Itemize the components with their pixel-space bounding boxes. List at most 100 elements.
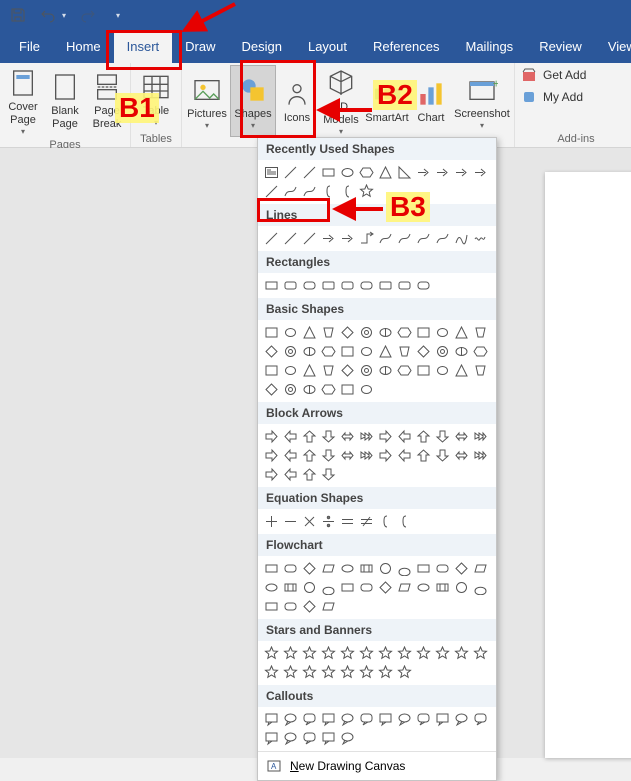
shape-item[interactable] xyxy=(338,276,357,295)
shape-item[interactable] xyxy=(300,446,319,465)
icons-button[interactable]: Icons xyxy=(276,65,318,137)
shape-item[interactable] xyxy=(433,229,452,248)
shape-item[interactable] xyxy=(300,323,319,342)
tab-design[interactable]: Design xyxy=(229,31,295,63)
shape-item[interactable] xyxy=(338,729,357,748)
shapes-button[interactable]: Shapes▾ xyxy=(230,65,276,137)
shape-item[interactable] xyxy=(262,729,281,748)
shape-item[interactable] xyxy=(262,380,281,399)
shape-item[interactable] xyxy=(395,663,414,682)
shape-item[interactable] xyxy=(319,323,338,342)
shape-item[interactable] xyxy=(281,163,300,182)
shape-item[interactable] xyxy=(471,644,490,663)
save-icon[interactable] xyxy=(10,7,26,23)
shape-item[interactable] xyxy=(338,578,357,597)
shape-item[interactable] xyxy=(471,710,490,729)
shape-item[interactable] xyxy=(357,229,376,248)
redo-icon[interactable] xyxy=(80,7,96,23)
shape-item[interactable] xyxy=(433,342,452,361)
shape-item[interactable] xyxy=(414,229,433,248)
shape-item[interactable] xyxy=(376,229,395,248)
shape-item[interactable] xyxy=(376,644,395,663)
shape-item[interactable] xyxy=(319,380,338,399)
shape-item[interactable] xyxy=(471,446,490,465)
shape-item[interactable] xyxy=(300,578,319,597)
pictures-button[interactable]: Pictures▾ xyxy=(184,65,230,137)
tab-review[interactable]: Review xyxy=(526,31,595,63)
tab-view[interactable]: View xyxy=(595,31,631,63)
shape-item[interactable] xyxy=(414,446,433,465)
shape-item[interactable] xyxy=(262,559,281,578)
shape-item[interactable] xyxy=(281,229,300,248)
shape-item[interactable] xyxy=(281,276,300,295)
shape-item[interactable] xyxy=(319,182,338,201)
shape-item[interactable] xyxy=(433,559,452,578)
shape-item[interactable] xyxy=(338,380,357,399)
shape-item[interactable] xyxy=(357,163,376,182)
shape-item[interactable] xyxy=(300,361,319,380)
shape-item[interactable] xyxy=(395,446,414,465)
shape-item[interactable] xyxy=(319,644,338,663)
shape-item[interactable] xyxy=(300,182,319,201)
shape-item[interactable] xyxy=(452,578,471,597)
shape-item[interactable] xyxy=(262,710,281,729)
shape-item[interactable] xyxy=(376,323,395,342)
shape-item[interactable] xyxy=(281,380,300,399)
shape-item[interactable] xyxy=(433,644,452,663)
shape-item[interactable] xyxy=(281,663,300,682)
shape-item[interactable] xyxy=(281,342,300,361)
new-drawing-canvas-button[interactable]: A New Drawing Canvas xyxy=(258,751,496,780)
shape-item[interactable] xyxy=(452,361,471,380)
shape-item[interactable] xyxy=(281,597,300,616)
shape-item[interactable] xyxy=(262,465,281,484)
shape-item[interactable] xyxy=(262,446,281,465)
shape-item[interactable] xyxy=(319,512,338,531)
shape-item[interactable] xyxy=(281,361,300,380)
shape-item[interactable] xyxy=(471,559,490,578)
qat-customize-icon[interactable]: ▾ xyxy=(116,11,120,20)
tab-layout[interactable]: Layout xyxy=(295,31,360,63)
shape-item[interactable] xyxy=(395,710,414,729)
shape-item[interactable] xyxy=(319,446,338,465)
shape-item[interactable] xyxy=(357,380,376,399)
shape-item[interactable] xyxy=(414,163,433,182)
shape-item[interactable] xyxy=(281,182,300,201)
shape-item[interactable] xyxy=(319,163,338,182)
cover-page-button[interactable]: Cover Page▾ xyxy=(2,65,44,137)
shape-item[interactable] xyxy=(300,427,319,446)
shape-item[interactable] xyxy=(338,229,357,248)
shape-item[interactable] xyxy=(376,710,395,729)
shape-item[interactable] xyxy=(300,644,319,663)
shape-item[interactable] xyxy=(281,427,300,446)
shape-item[interactable] xyxy=(262,427,281,446)
shape-item[interactable] xyxy=(395,163,414,182)
screenshot-button[interactable]: + Screenshot▾ xyxy=(452,65,512,137)
shape-item[interactable] xyxy=(300,559,319,578)
shape-item[interactable] xyxy=(300,512,319,531)
shape-item[interactable] xyxy=(376,276,395,295)
shape-item[interactable] xyxy=(414,342,433,361)
chart-button[interactable]: Chart xyxy=(410,65,452,137)
shape-item[interactable] xyxy=(471,163,490,182)
shape-item[interactable] xyxy=(414,710,433,729)
shape-item[interactable] xyxy=(395,427,414,446)
table-button[interactable]: Table▾ xyxy=(133,65,179,131)
shape-item[interactable] xyxy=(452,323,471,342)
smartart-button[interactable]: SmartArt xyxy=(364,65,410,137)
shape-item[interactable] xyxy=(395,229,414,248)
shape-item[interactable] xyxy=(433,710,452,729)
shape-item[interactable] xyxy=(300,342,319,361)
shape-item[interactable] xyxy=(338,163,357,182)
shape-item[interactable] xyxy=(471,361,490,380)
shape-item[interactable] xyxy=(319,597,338,616)
shape-item[interactable] xyxy=(281,446,300,465)
3d-models-button[interactable]: 3D Models▾ xyxy=(318,65,364,137)
shape-item[interactable] xyxy=(338,559,357,578)
shape-item[interactable] xyxy=(452,342,471,361)
shape-item[interactable] xyxy=(300,465,319,484)
shape-item[interactable] xyxy=(414,427,433,446)
shape-item[interactable] xyxy=(395,578,414,597)
get-addins-button[interactable]: Get Add xyxy=(521,67,631,83)
shape-item[interactable] xyxy=(281,323,300,342)
shape-item[interactable] xyxy=(452,710,471,729)
